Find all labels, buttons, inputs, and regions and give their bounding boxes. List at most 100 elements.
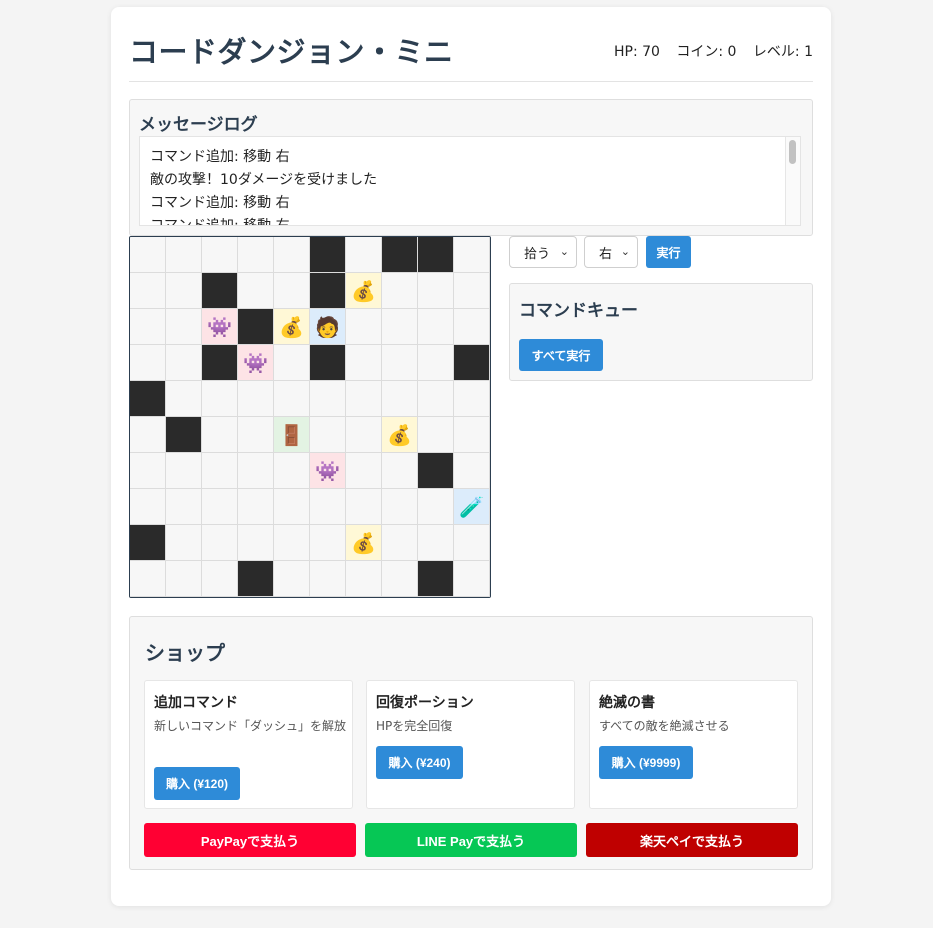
grid-cell: 🧪 — [454, 489, 490, 525]
game-container: コードダンジョン・ミニ HP: 70 コイン: 0 レベル: 1 メッセージログ… — [111, 7, 831, 906]
grid-cell — [238, 417, 274, 453]
shop-item-name: 絶滅の書 — [599, 695, 655, 711]
grid-cell — [346, 345, 382, 381]
grid-cell — [202, 273, 238, 309]
log-scrollbar[interactable] — [785, 137, 800, 225]
grid-cell — [418, 273, 454, 309]
grid-cell — [382, 561, 418, 597]
command-queue-title: コマンドキュー — [519, 301, 638, 321]
person-icon: 🧑 — [315, 314, 340, 339]
buy-extra-command-button[interactable]: 購入 (¥120) — [154, 767, 240, 800]
status-bar: HP: 70 コイン: 0 レベル: 1 — [602, 41, 813, 61]
shop-panel: ショップ 追加コマンド 新しいコマンド「ダッシュ」を解放 購入 (¥120) 回… — [129, 616, 813, 870]
grid-cell — [130, 525, 166, 561]
direction-select-value: 右 — [599, 246, 613, 262]
grid-cell — [310, 237, 346, 273]
grid-cell — [238, 489, 274, 525]
chevron-down-icon: ⌄ — [620, 245, 630, 258]
grid-cell — [310, 345, 346, 381]
grid-cell — [238, 273, 274, 309]
grid-cell — [454, 417, 490, 453]
grid-cell — [274, 273, 310, 309]
grid-cell — [454, 525, 490, 561]
shop-item-name: 追加コマンド — [154, 695, 238, 711]
grid-cell — [454, 381, 490, 417]
grid-cell — [418, 381, 454, 417]
grid-cell — [166, 381, 202, 417]
log-line: コマンド追加: 移動 右 — [150, 195, 290, 211]
grid-cell — [382, 273, 418, 309]
log-line: 敵の攻撃！10ダメージを受けました — [150, 172, 378, 188]
grid-cell — [346, 381, 382, 417]
grid-cell — [454, 237, 490, 273]
grid-cell — [202, 525, 238, 561]
grid-cell — [310, 489, 346, 525]
grid-cell — [202, 381, 238, 417]
grid-cell — [202, 453, 238, 489]
buy-recovery-potion-button[interactable]: 購入 (¥240) — [376, 746, 463, 779]
grid-cell — [130, 345, 166, 381]
shop-item-description: HPを完全回復 — [376, 719, 453, 733]
hp-display: HP: 70 — [613, 44, 660, 60]
grid-cell: 🧑 — [310, 309, 346, 345]
log-scrollbar-thumb[interactable] — [789, 140, 796, 164]
grid-cell: 💰 — [274, 309, 310, 345]
grid-cell — [274, 561, 310, 597]
grid-cell — [310, 417, 346, 453]
grid-cell — [238, 525, 274, 561]
grid-cell — [202, 489, 238, 525]
grid-cell — [346, 237, 382, 273]
direction-select[interactable]: 右 ⌄ — [584, 236, 638, 268]
grid-cell — [202, 237, 238, 273]
space-invader-icon: 👾 — [243, 350, 268, 375]
grid-cell — [130, 273, 166, 309]
paypay-button[interactable]: PayPayで支払う — [144, 823, 356, 857]
log-line: コマンド追加: 移動 右 — [150, 149, 290, 165]
level-display: レベル: 1 — [752, 44, 813, 60]
grid-cell — [238, 561, 274, 597]
grid-cell — [130, 381, 166, 417]
line-pay-button[interactable]: LINE Payで支払う — [365, 823, 577, 857]
grid-cell — [274, 345, 310, 381]
shop-title: ショップ — [145, 641, 225, 665]
grid-cell — [310, 525, 346, 561]
grid-cell — [346, 489, 382, 525]
command-queue-panel: コマンドキュー すべて実行 — [509, 283, 813, 381]
buy-extinction-book-button[interactable]: 購入 (¥9999) — [599, 746, 693, 779]
execute-button[interactable]: 実行 — [646, 236, 691, 268]
grid-cell — [418, 237, 454, 273]
grid-cell — [166, 309, 202, 345]
message-log-title: メッセージログ — [139, 115, 258, 135]
grid-cell — [238, 381, 274, 417]
grid-cell — [130, 561, 166, 597]
potion-icon: 🧪 — [459, 494, 484, 519]
grid-cell — [418, 525, 454, 561]
action-select[interactable]: 拾う ⌄ — [509, 236, 577, 268]
grid-cell — [454, 273, 490, 309]
grid-cell — [382, 381, 418, 417]
run-all-button[interactable]: すべて実行 — [519, 339, 603, 371]
grid-cell — [310, 561, 346, 597]
space-invader-icon: 👾 — [207, 314, 232, 339]
grid-cell — [382, 525, 418, 561]
grid-cell — [382, 237, 418, 273]
grid-cell — [166, 453, 202, 489]
grid-cell: 🚪 — [274, 417, 310, 453]
log-line: コマンド追加: 移動 右 — [150, 218, 290, 226]
message-log[interactable]: コマンド追加: 移動 右 敵の攻撃！10ダメージを受けました コマンド追加: 移… — [139, 136, 801, 226]
money-bag-icon: 💰 — [387, 422, 412, 447]
grid-cell — [274, 453, 310, 489]
money-bag-icon: 💰 — [351, 278, 376, 303]
message-log-panel: メッセージログ コマンド追加: 移動 右 敵の攻撃！10ダメージを受けました コ… — [129, 99, 813, 236]
rakuten-pay-button[interactable]: 楽天ペイで支払う — [586, 823, 798, 857]
grid-cell — [382, 489, 418, 525]
grid-cell — [238, 453, 274, 489]
shop-item-name: 回復ポーション — [376, 695, 474, 711]
action-select-value: 拾う — [524, 246, 551, 262]
grid-cell: 💰 — [346, 273, 382, 309]
grid-cell — [130, 237, 166, 273]
grid-cell — [382, 309, 418, 345]
grid-cell — [130, 489, 166, 525]
grid-cell — [166, 345, 202, 381]
grid-cell: 👾 — [310, 453, 346, 489]
